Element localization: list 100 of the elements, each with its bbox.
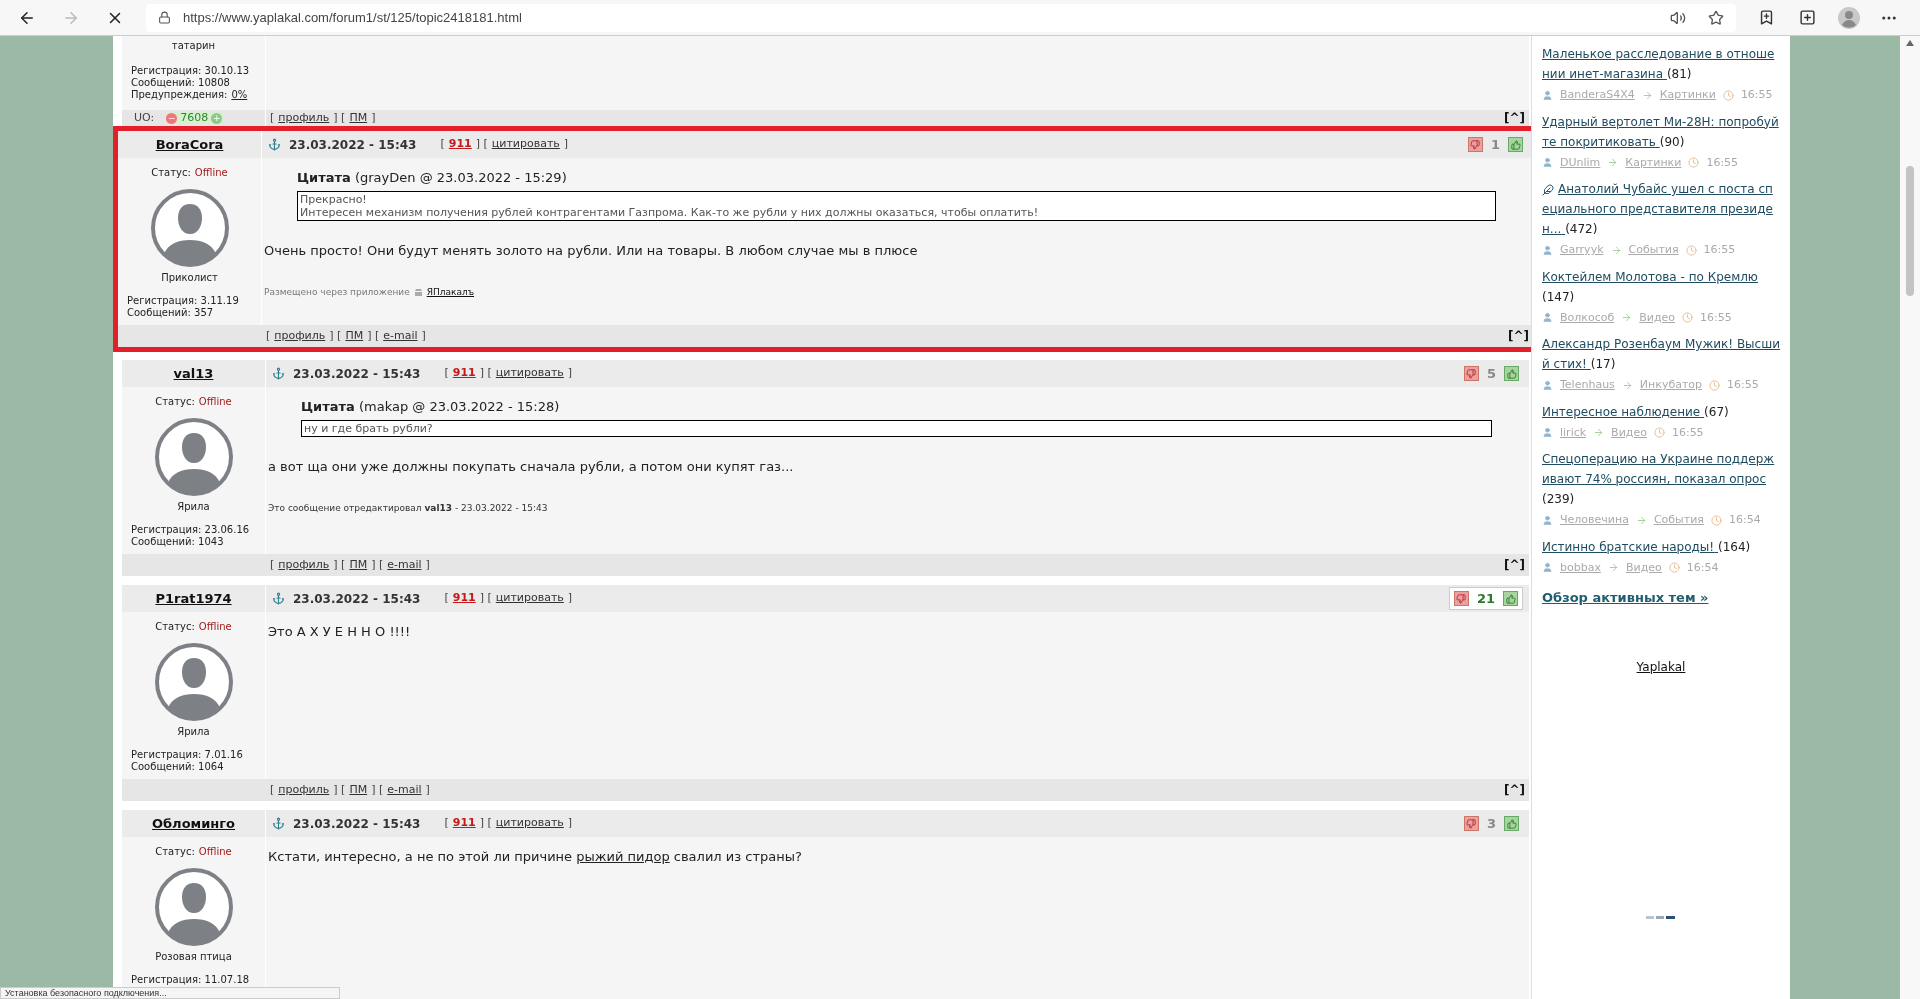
thumbs-down-button[interactable] bbox=[1463, 366, 1479, 381]
user-title: Приколист bbox=[161, 271, 218, 285]
thumbs-down-button[interactable] bbox=[1467, 137, 1483, 152]
topic-link[interactable]: Александр Розенбаум Мужик! Высший стих! (17) bbox=[1542, 334, 1780, 374]
topic-time: 16:55 bbox=[1671, 424, 1704, 441]
bracket-text: ] bbox=[563, 136, 569, 153]
star-icon[interactable] bbox=[1708, 9, 1724, 26]
app-link[interactable]: ЯПлакалъ bbox=[426, 286, 475, 300]
clock-icon bbox=[1722, 89, 1734, 101]
post-number-link[interactable]: 911 bbox=[452, 365, 476, 382]
topic-link[interactable]: Интересное наблюдение (67) bbox=[1542, 401, 1780, 422]
thumbs-up-button[interactable] bbox=[1508, 137, 1523, 152]
footer-link[interactable]: профиль bbox=[278, 109, 330, 127]
topic-link[interactable]: Маленькое расследование в отношении инет-магазина (81) bbox=[1542, 44, 1780, 84]
status-bubble: Установка безопасного подключения... bbox=[0, 987, 340, 999]
edit-note: Это сообщение отредактировал val13 - 23.03.2022 - 15:43 bbox=[268, 502, 549, 515]
reply-count: (17) bbox=[1590, 356, 1616, 373]
thumbs-up-button[interactable] bbox=[1504, 816, 1519, 831]
speaker-icon[interactable] bbox=[1670, 9, 1686, 26]
thumbs-up-icon bbox=[1510, 139, 1521, 150]
thumbs-up-icon bbox=[1506, 818, 1517, 829]
topic-link[interactable]: Ударный вертолет Ми-28Н: попробуйте покритиковать (90) bbox=[1542, 111, 1780, 152]
loading-indicator-icon bbox=[1646, 915, 1676, 920]
thumbs-up-button[interactable] bbox=[1503, 591, 1518, 606]
bracket-text: ] bbox=[567, 815, 573, 832]
app-note: Размещено через приложение bbox=[264, 286, 410, 299]
topic-time: 16:55 bbox=[1703, 242, 1736, 258]
footer-link[interactable]: профиль bbox=[278, 781, 330, 799]
post-text: Кстати, интересно, а не по этой ли причине рыжий пидор свалил из страны? bbox=[268, 848, 803, 866]
status-label: Статус: bbox=[155, 620, 195, 634]
uo-value: 7608 bbox=[180, 109, 209, 126]
topic-link[interactable]: Анатолий Чубайс ушел с поста специального представителя президен... (472) bbox=[1542, 179, 1780, 239]
arrow-icon bbox=[1641, 89, 1653, 101]
topic-link[interactable]: Коктейлем Молотова - по Кремлю (147) bbox=[1542, 266, 1780, 307]
reply-count: (164) bbox=[1718, 538, 1751, 556]
bracket-text: ] [ bbox=[371, 781, 384, 798]
anchor-icon[interactable] bbox=[272, 367, 285, 380]
scroll-up-icon[interactable] bbox=[1906, 40, 1914, 46]
quote-box: ну и где брать рубли? bbox=[301, 419, 1492, 437]
scroll-top-link[interactable]: [^] bbox=[1503, 781, 1525, 799]
quote-link[interactable]: цитировать bbox=[495, 590, 564, 607]
bracket-text: [ bbox=[270, 109, 275, 126]
user-icon bbox=[1542, 514, 1553, 526]
anchor-icon[interactable] bbox=[272, 817, 285, 830]
reply-count: (90) bbox=[1659, 133, 1685, 151]
anchor-icon[interactable] bbox=[272, 592, 285, 605]
footer-link[interactable]: e-mail bbox=[387, 781, 422, 799]
clock-icon bbox=[1688, 157, 1700, 169]
bracket-text: [ bbox=[440, 136, 445, 153]
clock-icon bbox=[1709, 379, 1721, 391]
footer-link[interactable]: e-mail bbox=[387, 556, 422, 574]
bracket-text: ] [ bbox=[479, 365, 492, 382]
footer-link[interactable]: ПМ bbox=[349, 109, 368, 127]
clock-icon bbox=[1682, 312, 1694, 324]
scrollbar-thumb[interactable] bbox=[1906, 166, 1914, 296]
address-bar[interactable]: https://www.yaplakal.com/forum1/st/125/topic2418181.html bbox=[146, 3, 1736, 32]
arrow-icon bbox=[1593, 427, 1605, 439]
rating-count: 21 bbox=[1476, 589, 1495, 608]
post-number-link[interactable]: 911 bbox=[452, 815, 476, 832]
thumbs-down-button[interactable] bbox=[1453, 591, 1469, 606]
quote-link[interactable]: цитировать bbox=[495, 815, 564, 832]
thumbs-up-button[interactable] bbox=[1504, 366, 1519, 381]
scrollbar[interactable] bbox=[1900, 36, 1920, 999]
footer-link[interactable]: профиль bbox=[274, 327, 326, 345]
quote-link[interactable]: цитировать bbox=[495, 365, 564, 382]
thumbs-down-button[interactable] bbox=[1463, 816, 1479, 831]
post-text: Это А Х У Е Н Н О !!!! bbox=[268, 623, 412, 641]
topic-link[interactable]: Истинно братские народы! (164) bbox=[1542, 536, 1780, 557]
inline-link[interactable]: рыжий пидор bbox=[576, 849, 670, 864]
profile-icon[interactable] bbox=[1838, 6, 1860, 29]
quote-link[interactable]: цитировать bbox=[491, 136, 560, 153]
bracket-text: ] [ bbox=[333, 556, 346, 573]
warnings-label: Предупреждения: bbox=[131, 89, 228, 101]
active-topics-link[interactable]: Обзор активных тем » bbox=[1542, 588, 1709, 608]
bookmark-icon[interactable] bbox=[1758, 9, 1775, 26]
bracket-text: ] [ bbox=[333, 781, 346, 798]
anchor-icon[interactable] bbox=[268, 138, 281, 151]
post-number-link[interactable]: 911 bbox=[452, 590, 476, 607]
scroll-top-link[interactable]: [^] bbox=[1503, 109, 1525, 127]
bracket-text: [ bbox=[270, 556, 275, 573]
site-link[interactable]: Yaplakal bbox=[1636, 657, 1686, 676]
registration-date: Регистрация: 23.06.16 bbox=[131, 524, 250, 536]
footer-link[interactable]: ПМ bbox=[345, 327, 364, 345]
bracket-text: [ bbox=[444, 815, 449, 832]
arrow-icon bbox=[1607, 157, 1619, 169]
user-icon bbox=[1542, 244, 1553, 256]
lock-icon bbox=[158, 11, 171, 24]
scroll-top-link[interactable]: [^] bbox=[1503, 556, 1525, 574]
scroll-top-link[interactable]: [^] bbox=[1507, 327, 1529, 345]
footer-link[interactable]: e-mail bbox=[383, 327, 418, 345]
rating-count: 3 bbox=[1486, 814, 1496, 833]
user-icon bbox=[1542, 157, 1553, 169]
footer-link[interactable]: ПМ bbox=[349, 781, 368, 799]
square-plus-icon[interactable] bbox=[1799, 9, 1816, 26]
post-number-link[interactable]: 911 bbox=[448, 136, 472, 153]
footer-link[interactable]: ПМ bbox=[349, 556, 368, 574]
bracket-text: ] bbox=[425, 781, 430, 798]
topic-link[interactable]: Спецоперацию на Украине поддерживают 74% россиян, показал опрос (239) bbox=[1542, 449, 1780, 509]
status-value: Offline bbox=[194, 166, 228, 180]
footer-link[interactable]: профиль bbox=[278, 556, 330, 574]
